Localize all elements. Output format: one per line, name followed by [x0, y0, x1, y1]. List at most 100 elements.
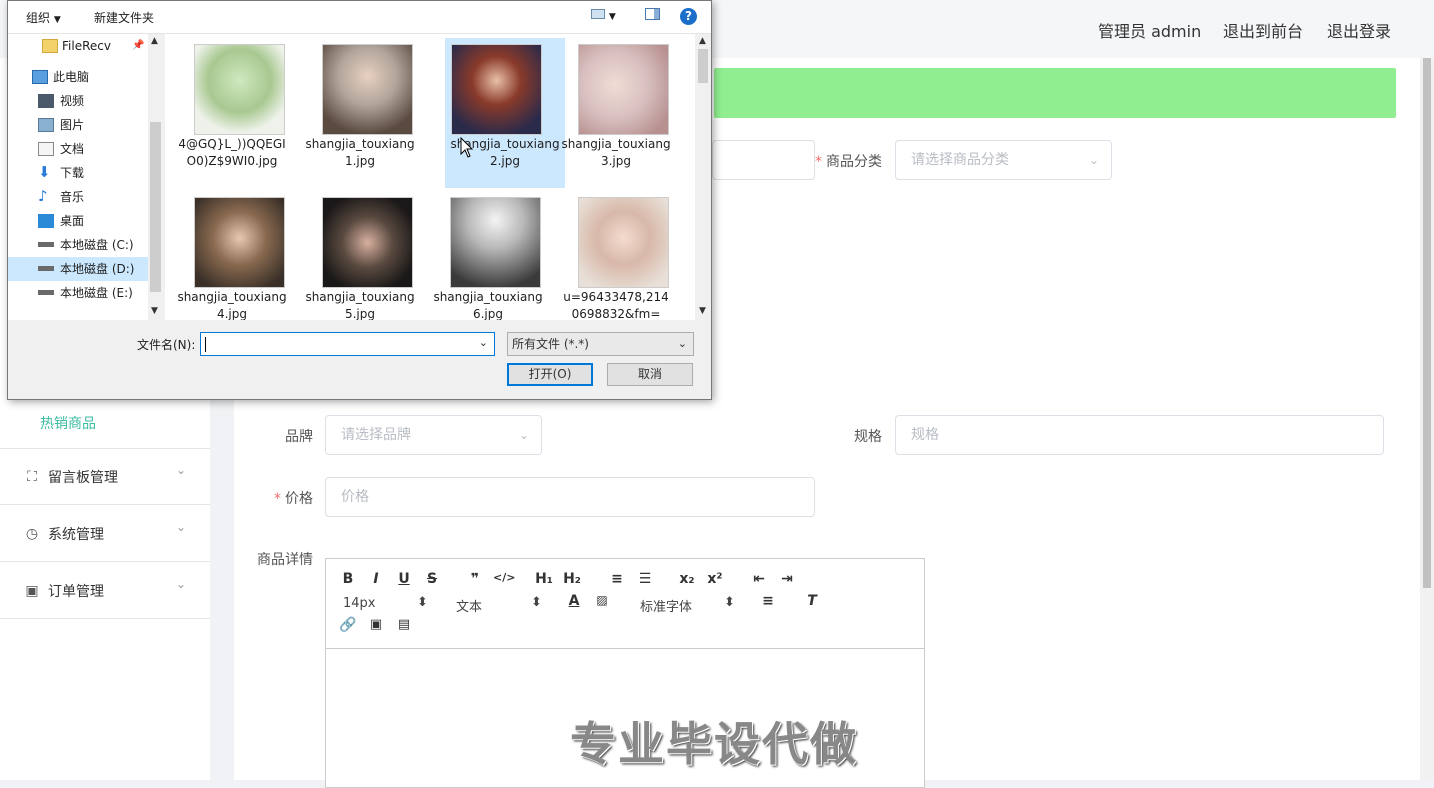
pin-icon: 📌: [132, 40, 145, 51]
chevron-down-icon: ⌄: [478, 336, 488, 349]
chevron-down-icon: ⌄: [176, 577, 187, 591]
file-tile[interactable]: shangjia_touxiang2.jpg: [445, 38, 565, 188]
sidebar-item-hot-goods[interactable]: 热销商品: [0, 398, 210, 449]
watermark-text: 专业毕设代做: [570, 717, 858, 771]
view-mode-icon[interactable]: ▼: [591, 8, 616, 22]
strikethrough-icon[interactable]: S: [422, 571, 442, 587]
background-color-icon[interactable]: ▨: [592, 593, 612, 607]
detail-label: 商品详情: [257, 552, 313, 568]
bullet-list-icon[interactable]: ☰: [635, 571, 655, 587]
new-folder-button[interactable]: 新建文件夹: [94, 9, 154, 26]
underline-icon[interactable]: U: [394, 571, 414, 587]
file-tile[interactable]: shangjia_touxiang5.jpg: [300, 191, 420, 320]
download-icon: ⬇: [38, 163, 51, 181]
nav-item-drive-d[interactable]: 本地磁盘 (D:): [8, 257, 148, 281]
quote-icon[interactable]: ❞: [465, 571, 485, 587]
chevron-down-icon: ⌄: [176, 463, 187, 477]
sidebar-menu-system[interactable]: ◷ 系统管理 ⌄: [0, 506, 210, 562]
brand-select[interactable]: 请选择品牌 ⌄: [325, 415, 542, 455]
spec-label: 规格: [854, 429, 882, 445]
video-icon[interactable]: ▤: [394, 617, 414, 632]
h1-icon[interactable]: H₁: [534, 571, 554, 587]
code-icon[interactable]: </>: [493, 571, 515, 584]
image-thumbnail: [194, 44, 285, 135]
image-thumbnail: [450, 197, 541, 288]
nav-item-drive-c[interactable]: 本地磁盘 (C:): [8, 233, 148, 257]
align-left-icon[interactable]: ≡: [758, 593, 778, 609]
ordered-list-icon[interactable]: ≡: [607, 571, 627, 587]
filename-input[interactable]: ⌄: [200, 332, 495, 356]
indent-icon[interactable]: ⇥: [777, 571, 797, 587]
fullscreen-icon: ⛶: [27, 469, 37, 485]
organize-menu[interactable]: 组织 ▼: [26, 9, 61, 26]
filename-label: 文件名(N):: [137, 338, 196, 352]
sidebar-item-label: 热销商品: [40, 416, 96, 432]
frontend-link[interactable]: 退出到前台: [1223, 18, 1303, 42]
subscript-icon[interactable]: x₂: [677, 571, 697, 587]
clock-icon: ◷: [25, 526, 39, 542]
nav-item-drive-e[interactable]: 本地磁盘 (E:): [8, 281, 148, 305]
spec-input[interactable]: 规格: [895, 415, 1384, 455]
file-list-scrollbar[interactable]: ▲ ▼: [695, 34, 711, 320]
sidebar-menu-label: 系统管理: [48, 527, 104, 543]
h2-icon[interactable]: H₂: [562, 571, 582, 587]
file-tile[interactable]: shangjia_touxiang4.jpg: [172, 191, 292, 320]
scroll-down-icon: ▼: [151, 306, 158, 316]
success-banner: [714, 68, 1396, 118]
image-thumbnail: [194, 197, 285, 288]
folder-icon: [42, 39, 58, 53]
nav-item-filerecv[interactable]: FileRecv 📌: [8, 34, 148, 58]
file-tile[interactable]: shangjia_touxiang3.jpg: [556, 38, 676, 188]
nav-item-documents[interactable]: 文档: [8, 137, 148, 161]
bold-icon[interactable]: B: [338, 571, 358, 587]
price-label: * 价格: [274, 491, 313, 507]
sidebar-menu-orders[interactable]: ▣ 订单管理 ⌄: [0, 563, 210, 619]
page-scrollbar[interactable]: [1420, 58, 1434, 780]
preview-pane-icon[interactable]: [645, 8, 660, 23]
file-tile[interactable]: shangjia_touxiang1.jpg: [300, 38, 420, 188]
font-size-select[interactable]: 14px: [343, 596, 376, 611]
nav-item-desktop[interactable]: 桌面: [8, 209, 148, 233]
superscript-icon[interactable]: x²: [705, 571, 725, 587]
nav-item-this-pc[interactable]: 此电脑: [8, 65, 148, 89]
category-select[interactable]: 请选择商品分类 ⌄: [895, 140, 1112, 180]
image-icon[interactable]: ▣: [366, 617, 386, 632]
chevron-down-icon: ⌄: [1088, 153, 1099, 167]
image-thumbnail: [322, 44, 413, 135]
image-thumbnail: [322, 197, 413, 288]
link-icon[interactable]: 🔗: [338, 617, 358, 633]
file-tile[interactable]: shangjia_touxiang6.jpg: [428, 191, 548, 320]
font-color-icon[interactable]: A: [564, 593, 584, 609]
nav-item-downloads[interactable]: ⬇ 下载: [8, 161, 148, 185]
logout-link[interactable]: 退出登录: [1327, 18, 1391, 42]
file-open-dialog: 组织 ▼ 新建文件夹 ▼ ? FileRecv 📌 此电脑 视频 图片 文档 ⬇: [7, 0, 712, 400]
video-icon: [38, 94, 54, 108]
paragraph-select[interactable]: 文本: [456, 596, 482, 615]
scroll-down-icon: ▼: [699, 306, 706, 316]
filetype-select[interactable]: 所有文件 (*.*) ⌄: [507, 332, 694, 356]
nav-item-music[interactable]: ♪ 音乐: [8, 185, 148, 209]
cancel-button[interactable]: 取消: [607, 363, 693, 386]
computer-icon: [32, 70, 48, 84]
image-thumbnail: [578, 44, 669, 135]
open-button[interactable]: 打开(O): [507, 363, 593, 386]
sidebar-menu-label: 订单管理: [48, 584, 104, 600]
drive-icon: [38, 266, 54, 271]
font-family-select[interactable]: 标准字体: [640, 596, 692, 615]
italic-icon[interactable]: I: [366, 571, 386, 587]
nav-item-pictures[interactable]: 图片: [8, 113, 148, 137]
outdent-icon[interactable]: ⇤: [749, 571, 769, 587]
nav-item-videos[interactable]: 视频: [8, 89, 148, 113]
chevron-updown-icon: ⬍: [531, 595, 542, 610]
sidebar-menu-message[interactable]: ⛶ 留言板管理 ⌄: [0, 449, 210, 505]
clear-format-icon[interactable]: T: [802, 593, 822, 609]
price-input[interactable]: 价格: [325, 477, 815, 517]
help-icon[interactable]: ?: [680, 8, 697, 25]
chevron-updown-icon: ⬍: [417, 595, 428, 610]
desktop-icon: [38, 214, 54, 228]
chevron-down-icon: ⌄: [176, 520, 187, 534]
file-tile[interactable]: 4@GQ}L_))QQEGIO0)Z$9WI0.jpg: [172, 38, 292, 188]
drive-icon: [38, 242, 54, 247]
file-tile[interactable]: u=96433478,2140698832&fm=: [556, 191, 676, 320]
nav-scrollbar[interactable]: ▲ ▼: [148, 34, 163, 320]
